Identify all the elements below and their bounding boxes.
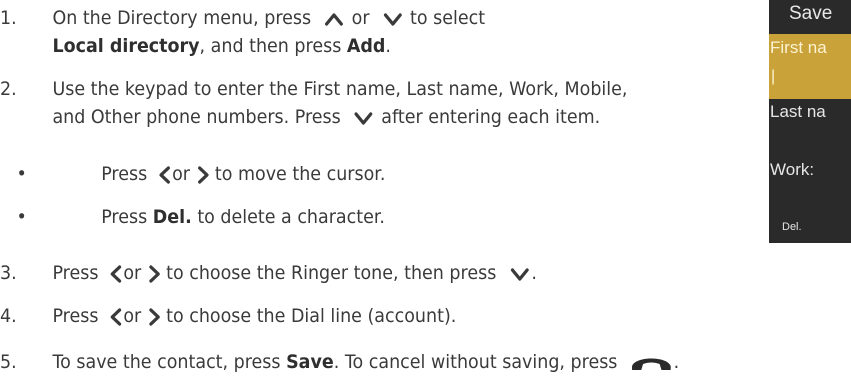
step-text: Press [52,305,99,327]
bullet-symbol: • [16,206,27,228]
step-text: or [123,305,142,327]
step-text: On the Directory menu, press [52,7,312,29]
bullet-text: or [172,163,190,185]
step-number: 2. [0,78,17,100]
step-text: To save the contact, press [52,351,287,373]
chevron-down-icon [509,266,529,282]
bullet-text: Press [101,206,153,228]
del-softkey[interactable]: Del. [782,220,802,234]
step-text-bold: Local directory [52,35,200,57]
step-text: Press [52,262,99,284]
step-text: , and then press [199,35,347,57]
chevron-up-icon [324,11,344,27]
screen-title: Save [789,3,833,24]
step-text: or [351,7,370,29]
step-number: 3. [0,262,17,284]
chevron-down-icon [354,110,374,126]
step-text-bold: Save [286,351,334,373]
chevron-left-icon [110,307,123,327]
chevron-right-icon [148,307,161,327]
step-text-bold: Add [346,35,386,57]
phone-screen: Save First na | Last na Work: Del. [769,0,851,243]
bullet-text: Press [101,163,148,185]
bullet-text: to delete a character. [191,206,385,228]
chevron-down-icon [382,11,402,27]
step-text: or [123,262,142,284]
step-text: . [531,262,537,284]
step-number: 4. [0,305,17,327]
step-text: and Other phone numbers. Press [52,106,341,128]
chevron-right-icon [148,264,161,284]
bullet-text-bold: Del. [152,206,192,228]
chevron-right-icon [196,165,209,185]
end-call-icon [630,352,672,374]
step-text: to choose the Dial line (account). [166,305,457,327]
first-name-label: First na [770,38,827,57]
text-cursor: | [771,68,776,85]
step-text: . [385,35,391,57]
step-text: after entering each item. [381,106,601,128]
chevron-left-icon [110,264,123,284]
last-name-label: Last na [770,102,826,121]
bullet-symbol: • [16,163,27,185]
chevron-left-icon [158,165,171,185]
step-number: 1. [0,7,17,29]
step-text: . [673,351,680,373]
work-label: Work: [770,160,815,179]
bullet-text: to move the cursor. [214,163,386,185]
step-number: 5. [0,351,17,373]
step-text: Use the keypad to enter the First name, … [52,78,628,100]
step-text: . To cancel without saving, press [333,351,618,373]
step-text: to choose the Ringer tone, then press [166,262,497,284]
step-text: to select [410,7,486,29]
